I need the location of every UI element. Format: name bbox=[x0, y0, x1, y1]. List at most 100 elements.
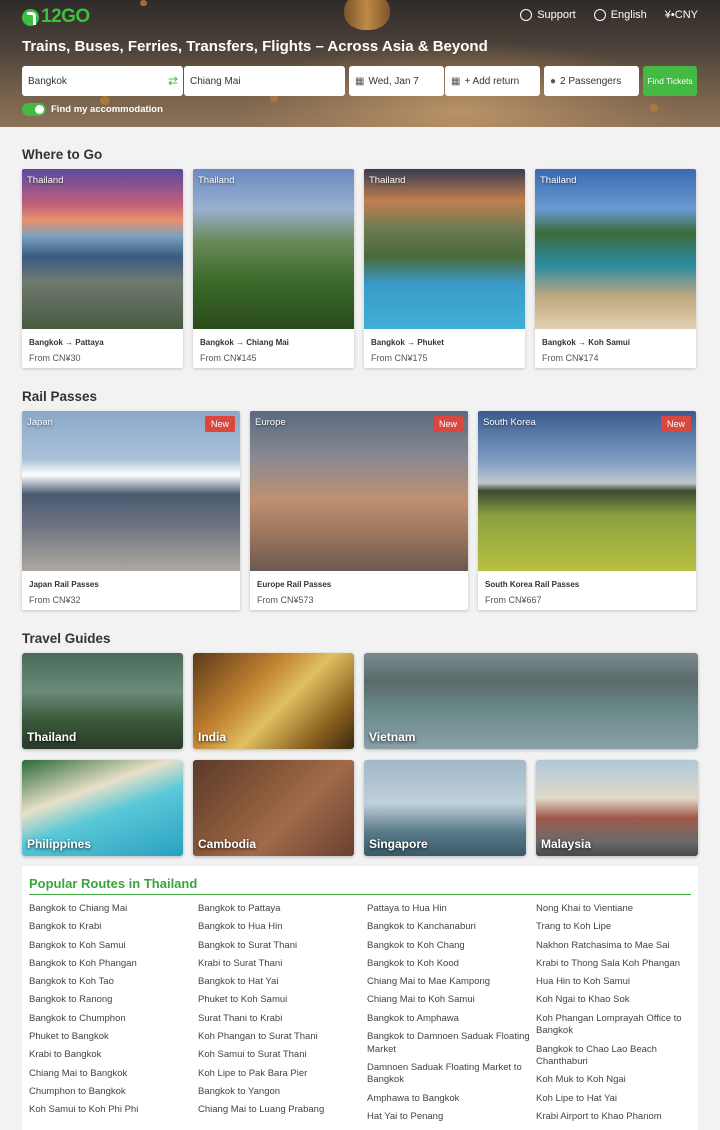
guide-card-india[interactable]: India bbox=[193, 653, 354, 749]
route-link[interactable]: Krabi Airport to Khao Phanom bbox=[536, 1111, 701, 1124]
rail-pass-card[interactable]: Europe New Europe Rail Passes From CN¥57… bbox=[250, 411, 468, 610]
route-link[interactable]: Koh Phangan Lomprayah Office to Bangkok bbox=[536, 1013, 701, 1038]
route-link[interactable]: Chiang Mai to Mae Kampong bbox=[367, 976, 532, 989]
accommodation-label: Find my accommodation bbox=[51, 104, 163, 115]
route-link[interactable]: Nakhon Ratchasima to Mae Sai bbox=[536, 940, 701, 953]
return-field[interactable]: ▦ + Add return bbox=[445, 66, 540, 96]
find-tickets-button[interactable]: Find Tickets bbox=[643, 66, 697, 96]
support-link[interactable]: Support bbox=[520, 9, 576, 21]
card-title: Bangkok → Chiang Mai bbox=[200, 338, 289, 347]
date-field[interactable]: ▦ Wed, Jan 7 bbox=[349, 66, 444, 96]
to-field[interactable]: Chiang Mai bbox=[184, 66, 345, 96]
top-nav: Support English ¥•CNY bbox=[520, 9, 698, 21]
accommodation-toggle[interactable] bbox=[22, 103, 46, 116]
destination-card[interactable]: Thailand Bangkok → Phuket From CN¥175 bbox=[364, 169, 525, 368]
route-link[interactable]: Phuket to Koh Samui bbox=[198, 994, 363, 1007]
route-link[interactable]: Bangkok to Chiang Mai bbox=[29, 903, 194, 916]
card-price: From CN¥30 bbox=[29, 353, 81, 363]
route-link[interactable]: Krabi to Bangkok bbox=[29, 1049, 194, 1062]
route-link[interactable]: Bangkok to Hua Hin bbox=[198, 921, 363, 934]
route-link[interactable]: Koh Samui to Koh Phi Phi bbox=[29, 1104, 194, 1117]
guide-card-cambodia[interactable]: Cambodia bbox=[193, 760, 354, 856]
guide-card-vietnam[interactable]: Vietnam bbox=[364, 653, 698, 749]
route-link[interactable]: Bangkok to Koh Kood bbox=[367, 958, 532, 971]
guide-label: Cambodia bbox=[198, 837, 257, 851]
route-link[interactable]: Bangkok to Koh Chang bbox=[367, 940, 532, 953]
rail-pass-card[interactable]: Japan New Japan Rail Passes From CN¥32 bbox=[22, 411, 240, 610]
route-link[interactable]: Surat Thani to Krabi bbox=[198, 1013, 363, 1026]
from-field[interactable]: Bangkok ⇄ bbox=[22, 66, 183, 96]
currency-selector[interactable]: ¥•CNY bbox=[665, 9, 698, 21]
route-link[interactable]: Damnoen Saduak Floating Market to Bangko… bbox=[367, 1062, 532, 1087]
card-price: From CN¥32 bbox=[29, 595, 81, 605]
logo[interactable]: 12GO bbox=[22, 6, 90, 28]
person-icon: ● bbox=[550, 75, 557, 87]
passengers-field[interactable]: ● 2 Passengers bbox=[544, 66, 639, 96]
card-tag: Thailand bbox=[369, 175, 406, 186]
divider bbox=[29, 894, 691, 895]
section-title-rail-passes: Rail Passes bbox=[22, 389, 98, 404]
rail-pass-card[interactable]: South Korea New South Korea Rail Passes … bbox=[478, 411, 696, 610]
guide-label: Philippines bbox=[27, 837, 92, 851]
route-link[interactable]: Bangkok to Yangon bbox=[198, 1086, 363, 1099]
accommodation-toggle-row[interactable]: Find my accommodation bbox=[22, 103, 163, 116]
search-form: Bangkok ⇄ Chiang Mai ▦ Wed, Jan 7 ▦ + Ad… bbox=[22, 66, 697, 96]
route-link[interactable]: Krabi to Surat Thani bbox=[198, 958, 363, 971]
guide-card-philippines[interactable]: Philippines bbox=[22, 760, 183, 856]
route-link[interactable]: Phuket to Bangkok bbox=[29, 1031, 194, 1044]
guide-card-thailand[interactable]: Thailand bbox=[22, 653, 183, 749]
card-tag: Europe bbox=[255, 417, 286, 428]
card-price: From CN¥175 bbox=[371, 353, 428, 363]
route-link[interactable]: Nong Khai to Vientiane bbox=[536, 903, 701, 916]
route-link[interactable]: Bangkok to Krabi bbox=[29, 921, 194, 934]
route-link[interactable]: Bangkok to Koh Samui bbox=[29, 940, 194, 953]
route-link[interactable]: Bangkok to Ranong bbox=[29, 994, 194, 1007]
guide-card-malaysia[interactable]: Malaysia bbox=[536, 760, 698, 856]
return-label: + Add return bbox=[464, 75, 520, 87]
currency-label: ¥•CNY bbox=[664, 9, 698, 21]
support-icon bbox=[520, 9, 533, 21]
language-selector[interactable]: English bbox=[593, 9, 647, 21]
route-link[interactable]: Chiang Mai to Luang Prabang bbox=[198, 1104, 363, 1117]
balloon-image bbox=[344, 0, 390, 30]
route-link[interactable]: Bangkok to Amphawa bbox=[367, 1013, 532, 1026]
destination-card[interactable]: Thailand Bangkok → Chiang Mai From CN¥14… bbox=[193, 169, 354, 368]
route-link[interactable]: Koh Ngai to Khao Sok bbox=[536, 994, 701, 1007]
route-link[interactable]: Chiang Mai to Koh Samui bbox=[367, 994, 532, 1007]
route-link[interactable]: Bangkok to Chao Lao Beach Chanthaburi bbox=[536, 1044, 701, 1069]
rail-pass-image bbox=[250, 411, 468, 571]
route-link[interactable]: Koh Lipe to Pak Bara Pier bbox=[198, 1068, 363, 1081]
destination-card[interactable]: Thailand Bangkok → Pattaya From CN¥30 bbox=[22, 169, 183, 368]
route-link[interactable]: Bangkok to Damnoen Saduak Floating Marke… bbox=[367, 1031, 532, 1056]
swap-icon[interactable]: ⇄ bbox=[168, 74, 178, 88]
route-link[interactable]: Bangkok to Kanchanaburi bbox=[367, 921, 532, 934]
route-link[interactable]: Pattaya to Hua Hin bbox=[367, 903, 532, 916]
route-link[interactable]: Bangkok to Surat Thani bbox=[198, 940, 363, 953]
route-link[interactable]: Hua Hin to Koh Samui bbox=[536, 976, 701, 989]
balloon-image bbox=[650, 104, 658, 112]
route-link[interactable]: Koh Muk to Koh Ngai bbox=[536, 1074, 701, 1087]
route-link[interactable]: Bangkok to Chumphon bbox=[29, 1013, 194, 1026]
route-link[interactable]: Trang to Koh Lipe bbox=[536, 921, 701, 934]
card-tag: Thailand bbox=[27, 175, 64, 186]
route-link[interactable]: Koh Lipe to Hat Yai bbox=[536, 1093, 701, 1106]
route-link[interactable]: Koh Phangan to Surat Thani bbox=[198, 1031, 363, 1044]
guide-label: Thailand bbox=[27, 730, 77, 744]
guide-label: India bbox=[198, 730, 227, 744]
route-link[interactable]: Bangkok to Koh Tao bbox=[29, 976, 194, 989]
route-link[interactable]: Chiang Mai to Bangkok bbox=[29, 1068, 194, 1081]
route-link[interactable]: Hat Yai to Penang bbox=[367, 1111, 532, 1124]
card-title: Europe Rail Passes bbox=[257, 580, 332, 589]
route-link[interactable]: Bangkok to Hat Yai bbox=[198, 976, 363, 989]
from-value: Bangkok bbox=[28, 75, 67, 87]
guide-card-singapore[interactable]: Singapore bbox=[364, 760, 526, 856]
route-link[interactable]: Bangkok to Koh Phangan bbox=[29, 958, 194, 971]
logo-text: 12GO bbox=[41, 6, 90, 27]
route-link[interactable]: Koh Samui to Surat Thani bbox=[198, 1049, 363, 1062]
route-link[interactable]: Krabi to Thong Sala Koh Phangan bbox=[536, 958, 701, 971]
route-link[interactable]: Chumphon to Bangkok bbox=[29, 1086, 194, 1099]
route-link[interactable]: Bangkok to Pattaya bbox=[198, 903, 363, 916]
destination-card[interactable]: Thailand Bangkok → Koh Samui From CN¥174 bbox=[535, 169, 696, 368]
calendar-icon: ▦ bbox=[451, 75, 461, 87]
route-link[interactable]: Amphawa to Bangkok bbox=[367, 1093, 532, 1106]
